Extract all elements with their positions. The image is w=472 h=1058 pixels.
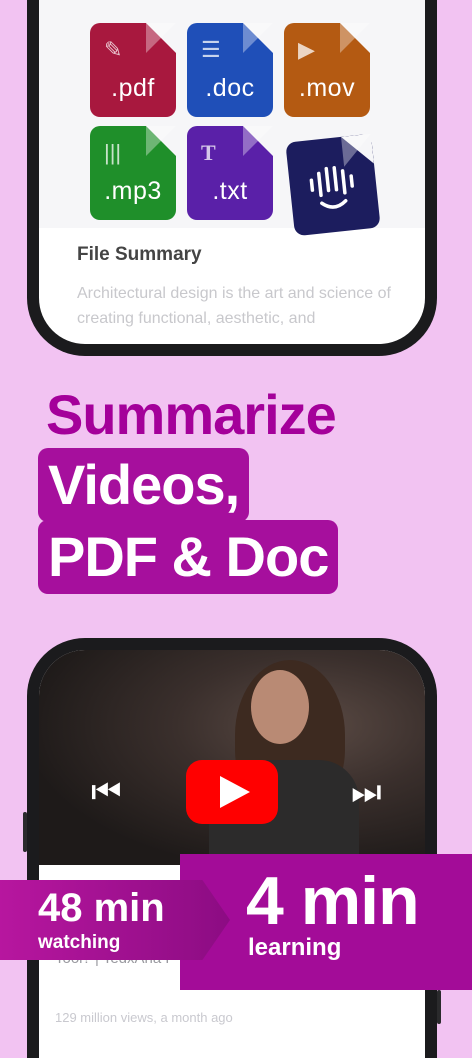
video-meta: 129 million views, a month ago [55,1010,233,1025]
video-player[interactable]: ⏮ ⏭ [39,650,425,880]
file-ext-label: .mp3 [104,177,162,205]
video-thumbnail-face [251,670,309,744]
headline-pdf-doc: PDF & Doc [38,520,339,594]
learning-label: learning [248,934,342,961]
watching-time: 48 min [38,886,165,930]
watching-label: watching [38,932,121,953]
headline-summarize: Summarize [46,383,337,446]
headline-videos: Videos, [38,448,250,522]
app-logo-file-icon [285,133,381,237]
youtube-play-button[interactable] [186,760,278,824]
doc-file-icon: ☰ .doc [187,23,273,117]
pdf-icon: ✎ [104,37,123,62]
pdf-file-icon: ✎ .pdf [90,23,176,117]
txt-file-icon: T .txt [187,126,273,220]
previous-icon[interactable]: ⏮ [91,772,122,812]
bottom-phone-frame: ⏮ ⏭ Tool? | TedxAna P 129 million views,… [27,638,437,1058]
file-ext-label: .txt [212,177,248,205]
play-icon [220,776,250,808]
mov-file-icon: ▶ .mov [284,23,370,117]
file-types-grid: ✎ .pdf ☰ .doc ▶ .mov ||| .mp3 T .txt [39,0,425,237]
watching-time-banner: 48 min watching [0,880,230,960]
audio-icon: ||| [104,140,122,165]
summary-text: Architectural design is the art and scie… [77,285,391,327]
file-ext-label: .doc [205,74,255,102]
file-ext-label: .mov [298,74,356,102]
learning-time: 4 min [246,863,420,939]
play-icon: ▶ [298,37,315,62]
text-icon: T [201,140,216,165]
top-phone-frame: ✎ .pdf ☰ .doc ▶ .mov ||| .mp3 T .txt Fil… [27,0,437,356]
app-logo-icon [309,166,354,209]
file-ext-label: .pdf [111,74,155,102]
doc-icon: ☰ [201,37,221,62]
summary-title: File Summary [77,244,202,265]
mp3-file-icon: ||| .mp3 [90,126,176,220]
side-button [437,990,441,1024]
top-phone-screen: ✎ .pdf ☰ .doc ▶ .mov ||| .mp3 T .txt Fil… [39,0,425,344]
next-icon[interactable]: ⏭ [351,772,382,812]
